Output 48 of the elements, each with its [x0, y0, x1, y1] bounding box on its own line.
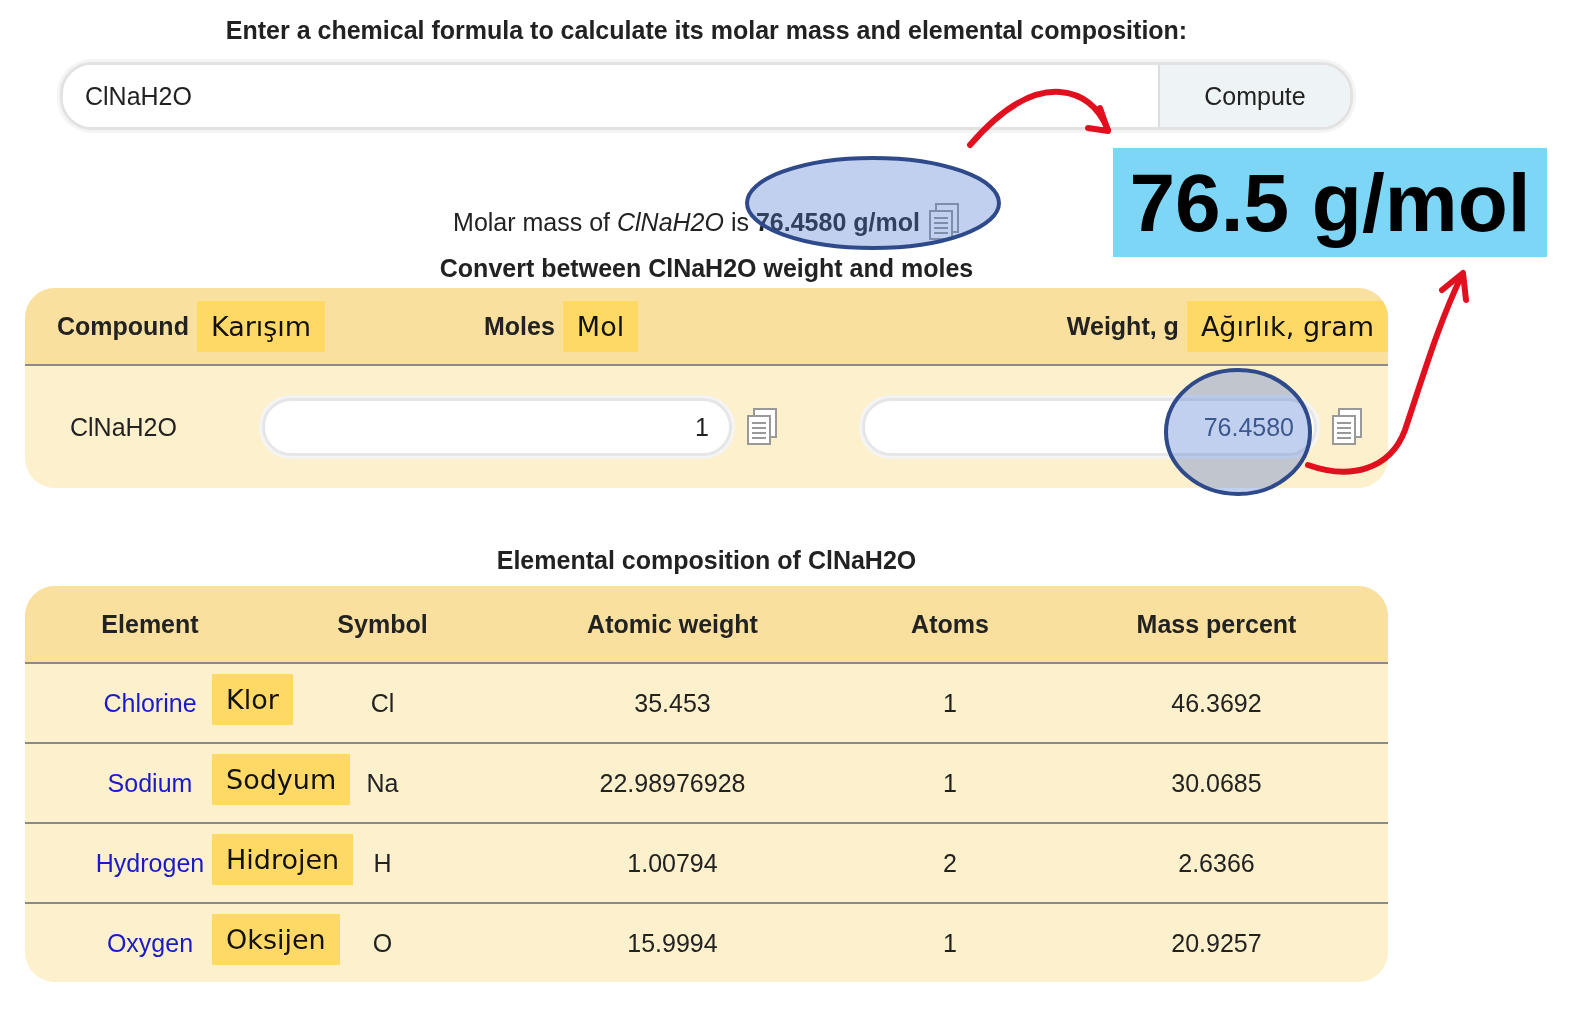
table-cell: Na	[366, 768, 399, 797]
compute-button[interactable]: Compute	[1158, 65, 1350, 127]
column-header: Atoms	[910, 609, 990, 639]
table-cell: 20.9257	[1171, 928, 1262, 957]
column-header: Mass percent	[1135, 609, 1298, 639]
convert-title: Convert between ClNaH2O weight and moles	[439, 254, 974, 284]
table-cell: 1	[943, 768, 957, 797]
callout-label: 76.5 g/mol	[1113, 148, 1547, 257]
element-link[interactable]: Chlorine	[103, 688, 197, 718]
translation-label: Klor	[212, 674, 293, 725]
column-header: Weight, g	[1066, 311, 1179, 341]
prompt-text: Enter a chemical formula to calculate its molar mass and elemental composition:	[225, 16, 1188, 46]
element-link[interactable]: Oxygen	[106, 928, 194, 958]
molar-mass-result: Molar mass of ClNaH2O is 76.4580 g/mol	[453, 207, 920, 237]
element-link[interactable]: Hydrogen	[95, 848, 205, 878]
translation-label: Hidrojen	[212, 834, 354, 885]
formula-field[interactable]: ClNaH2O Compute	[60, 62, 1353, 130]
column-header: Compound	[57, 311, 189, 341]
composition-title: Elemental composition of ClNaH2O	[496, 546, 917, 576]
column-header: Symbol	[336, 609, 429, 639]
table-cell: 1	[943, 688, 957, 717]
table-cell: Cl	[370, 688, 395, 717]
translation-label: Karışım	[196, 300, 326, 352]
translation-label: Ağırlık, gram	[1186, 300, 1388, 352]
table-cell: 15.9994	[627, 928, 718, 957]
table-cell: 35.453	[634, 688, 711, 717]
copy-icon[interactable]	[746, 408, 778, 446]
translation-label: Oksijen	[212, 914, 340, 965]
translation-label: Sodyum	[212, 754, 351, 805]
weight-input[interactable]: 76.4580	[862, 398, 1317, 456]
table-cell: H	[373, 848, 392, 877]
element-link[interactable]: Sodium	[107, 768, 193, 798]
column-header: Moles	[484, 311, 555, 341]
table-cell: 2.6366	[1178, 848, 1255, 877]
copy-icon[interactable]	[1331, 408, 1363, 446]
compound-name: ClNaH2O	[70, 412, 177, 441]
table-cell: 1	[943, 928, 957, 957]
table-cell: 2	[943, 848, 957, 877]
translation-label: Mol	[562, 300, 639, 352]
table-cell: 22.98976928	[599, 768, 746, 797]
moles-input[interactable]: 1	[262, 398, 732, 456]
table-cell: 1.00794	[627, 848, 718, 877]
copy-icon[interactable]	[927, 203, 960, 241]
column-header: Element	[100, 609, 200, 639]
table-cell: 46.3692	[1171, 688, 1262, 717]
table-cell: 30.0685	[1171, 768, 1262, 797]
column-header: Atomic weight	[586, 609, 759, 639]
table-cell: O	[372, 928, 393, 957]
